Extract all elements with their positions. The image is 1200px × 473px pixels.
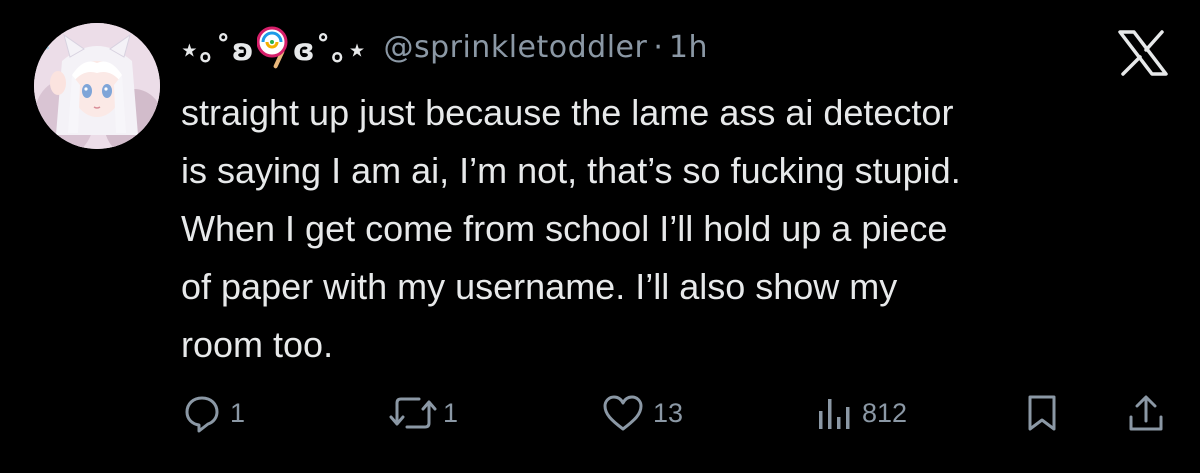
user-handle[interactable]: @sprinkletoddler (383, 30, 647, 65)
tweet-text-line: When I get come from school I’ll hold up… (181, 208, 948, 249)
tweet-text-line: of paper with my username. I’ll also sho… (181, 266, 898, 307)
avatar[interactable] (34, 23, 160, 149)
retweet-count: 1 (443, 397, 459, 428)
views-count: 812 (862, 397, 908, 428)
separator-dot: · (653, 29, 663, 65)
display-name-left: ⋆｡˚ʚ (180, 33, 255, 68)
reply-button[interactable]: 1 (182, 385, 245, 441)
bookmark-icon (1028, 395, 1056, 431)
reply-icon (185, 396, 219, 433)
tweet-text: straight up just because the lame ass ai… (181, 84, 1181, 374)
retweet-icon (389, 397, 437, 429)
tweet-text-line: room too. (181, 324, 334, 365)
tweet-text-line: straight up just because the lame ass ai… (181, 92, 954, 133)
tweet-header: ⋆｡˚ʚ ɞ˚｡⋆ @sprinkletoddler · 1h (180, 22, 708, 72)
avatar-image (34, 23, 160, 149)
like-count: 13 (653, 397, 684, 428)
reply-count: 1 (230, 397, 246, 428)
display-name-right: ɞ˚｡⋆ (292, 33, 368, 68)
bookmark-button[interactable] (1024, 385, 1060, 441)
heart-icon (603, 395, 643, 431)
retweet-button[interactable]: 1 (387, 385, 458, 441)
x-logo-icon[interactable] (1118, 30, 1168, 76)
like-button[interactable]: 13 (601, 385, 683, 441)
views-button[interactable]: 812 (814, 385, 907, 441)
views-icon (819, 399, 850, 429)
lollipop-icon (256, 26, 288, 69)
timestamp[interactable]: 1h (669, 30, 708, 65)
tweet-card: ⋆｡˚ʚ ɞ˚｡⋆ @sprinkletoddler · 1h straight… (0, 0, 1200, 473)
share-button[interactable] (1126, 385, 1166, 441)
share-icon (1129, 395, 1163, 431)
action-bar: 1 1 13 812 (0, 385, 1200, 441)
display-name[interactable]: ⋆｡˚ʚ ɞ˚｡⋆ (180, 25, 367, 69)
tweet-text-line: is saying I am ai, I’m not, that’s so fu… (181, 150, 961, 191)
